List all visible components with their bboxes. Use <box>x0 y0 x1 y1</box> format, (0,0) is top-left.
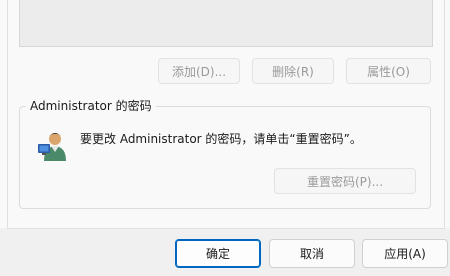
panel-border-bottom <box>7 228 445 229</box>
user-key-icon <box>38 133 66 161</box>
reset-password-instruction: 要更改 Administrator 的密码，请单击“重置密码”。 <box>80 132 362 146</box>
panel-border-left <box>7 0 8 228</box>
add-user-button[interactable]: 添加(D)... <box>158 58 240 84</box>
users-list[interactable] <box>19 0 433 47</box>
cancel-button[interactable]: 取消 <box>269 239 355 268</box>
user-accounts-dialog: 添加(D)... 删除(R) 属性(O) Administrator 的密码 要… <box>0 0 450 276</box>
remove-user-button[interactable]: 删除(R) <box>252 58 334 84</box>
ok-button[interactable]: 确定 <box>175 239 261 268</box>
reset-password-button[interactable]: 重置密码(P)... <box>274 168 416 194</box>
apply-button[interactable]: 应用(A) <box>362 239 448 268</box>
panel-border-right <box>444 0 445 228</box>
properties-button[interactable]: 属性(O) <box>346 58 431 84</box>
password-group-title: Administrator 的密码 <box>26 97 156 114</box>
